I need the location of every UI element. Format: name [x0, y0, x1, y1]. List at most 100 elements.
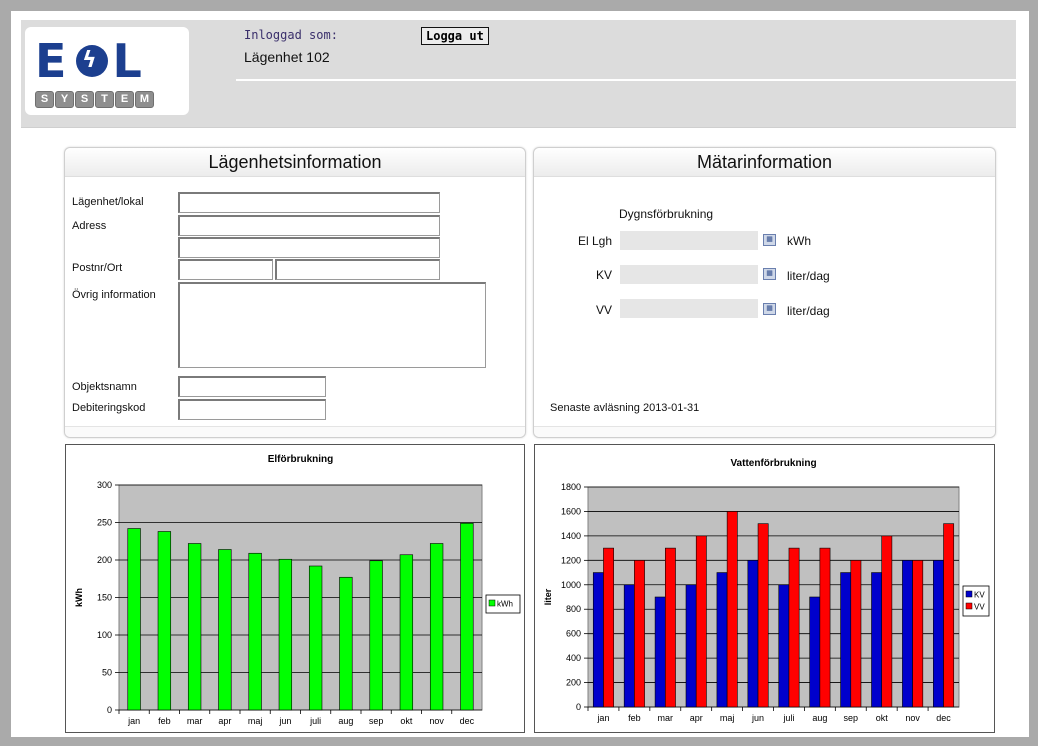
x-tick-label: juli — [309, 716, 321, 726]
meter-info-title: Mätarinformation — [534, 148, 995, 177]
x-tick-label: jun — [751, 713, 764, 723]
x-tick-label: juli — [782, 713, 794, 723]
legend-swatch — [488, 599, 496, 607]
y-tick-label: 0 — [576, 702, 581, 712]
x-tick-label: feb — [158, 716, 171, 726]
x-tick-label: apr — [218, 716, 231, 726]
bar-kwh-maj — [248, 552, 262, 711]
x-tick-label: aug — [338, 716, 353, 726]
bar-kv-aug — [809, 596, 821, 708]
postal-label: Postnr/Ort — [72, 262, 123, 274]
apartment-info-title: Lägenhetsinformation — [65, 148, 525, 177]
meter-label-vv: VV — [595, 303, 612, 317]
meter-unit-kv: liter/dag — [787, 269, 830, 283]
bar-vv-mar — [664, 547, 676, 708]
y-tick-label: 1400 — [561, 531, 581, 541]
legend-label: KV — [974, 591, 985, 600]
bar-kv-feb — [623, 584, 635, 708]
postal-code-field[interactable] — [178, 259, 273, 280]
bar-kv-dec — [933, 560, 944, 708]
bar-kwh-jan — [127, 528, 141, 711]
meter-label-kv: KV — [595, 268, 612, 282]
bar-kv-jan — [592, 572, 604, 708]
bar-vv-feb — [634, 560, 645, 708]
electricity-chart-svg: 0 50 100 150 200 250 300 jan feb mar apr maj jun juli… — [74, 454, 521, 726]
bar-kwh-apr — [218, 549, 232, 711]
chart-title: Elförbrukning — [268, 454, 334, 465]
x-tick-label: feb — [628, 713, 641, 723]
x-tick-label: aug — [812, 713, 827, 723]
billing-code-field[interactable] — [178, 399, 326, 420]
chart-title: Vattenförbrukning — [730, 458, 816, 469]
y-tick-label: 300 — [97, 480, 112, 490]
last-reading-text: Senaste avläsning 2013-01-31 — [550, 402, 700, 414]
logout-button[interactable]: Logga ut — [421, 27, 489, 45]
bar-kv-jun — [747, 560, 759, 708]
bar-kwh-mar — [187, 543, 202, 711]
header-divider — [236, 79, 1016, 81]
legend-label: kWh — [497, 600, 513, 609]
y-tick-label: 0 — [107, 705, 112, 715]
bar-kv-apr — [685, 584, 697, 708]
y-axis-label: liter — [543, 588, 553, 605]
legend-swatch — [965, 602, 973, 610]
x-tick-label: nov — [905, 713, 920, 723]
panel-footer — [65, 426, 525, 437]
calendar-icon[interactable]: ▦ — [763, 268, 776, 280]
bar-vv-okt — [881, 535, 893, 708]
logo-system-text: SYSTEM — [35, 91, 154, 108]
bar-kv-sep — [840, 572, 852, 708]
y-tick-label: 1200 — [561, 555, 581, 565]
x-tick-label: jun — [278, 716, 291, 726]
water-chart: 0 200 400 600 800 1000 1200 1400 1600 1800 jan feb m… — [534, 444, 995, 733]
y-tick-label: 200 — [97, 555, 112, 565]
address-field-1[interactable] — [178, 215, 440, 236]
x-tick-label: nov — [429, 716, 444, 726]
address-field-2[interactable] — [178, 237, 440, 258]
x-tick-label: okt — [876, 713, 889, 723]
bar-kv-mar — [654, 596, 666, 708]
apartment-info-panel: Lägenhetsinformation Lägenhet/lokal Adre… — [64, 147, 526, 438]
meter-value-el — [620, 231, 758, 250]
bolt-icon: ϟ — [76, 44, 109, 77]
water-chart-svg: 0 200 400 600 800 1000 1200 1400 1600 1800 jan feb m… — [543, 458, 990, 723]
meter-value-kv — [620, 265, 758, 284]
bar-vv-aug — [819, 547, 831, 708]
x-tick-label: mar — [658, 713, 674, 723]
object-name-field[interactable] — [178, 376, 326, 397]
calendar-icon[interactable]: ▦ — [763, 303, 776, 315]
x-tick-label: jan — [127, 716, 140, 726]
bar-vv-dec — [943, 523, 955, 708]
other-info-textarea[interactable] — [178, 282, 486, 368]
meter-unit-vv: liter/dag — [787, 304, 830, 318]
meter-value-vv — [620, 299, 758, 318]
x-tick-label: dec — [936, 713, 951, 723]
bar-vv-sep — [850, 560, 862, 708]
bar-kv-maj — [716, 572, 728, 708]
electricity-chart: 0 50 100 150 200 250 300 jan feb mar apr maj jun juli… — [65, 444, 525, 733]
address-label: Adress — [72, 220, 107, 232]
y-tick-label: 250 — [97, 518, 112, 528]
legend-swatch — [965, 590, 973, 598]
bar-vv-apr — [695, 535, 707, 708]
object-name-label: Objektsnamn — [72, 381, 137, 393]
bar-kwh-feb — [157, 531, 172, 711]
x-tick-label: dec — [460, 716, 475, 726]
unit-field[interactable] — [178, 192, 440, 213]
bar-kwh-aug — [339, 576, 353, 711]
bar-vv-jun — [757, 523, 769, 708]
eol-system-logo: EϟL SYSTEM — [25, 27, 189, 115]
x-tick-label: apr — [690, 713, 703, 723]
city-field[interactable] — [275, 259, 440, 280]
calendar-icon[interactable]: ▦ — [763, 234, 776, 246]
y-tick-label: 1600 — [561, 506, 581, 516]
meter-label-el: El Lgh — [577, 234, 612, 248]
other-info-label: Övrig information — [72, 289, 156, 301]
y-tick-label: 50 — [102, 668, 112, 678]
x-tick-label: okt — [400, 716, 413, 726]
bar-vv-jan — [603, 547, 614, 708]
x-tick-label: sep — [844, 713, 859, 723]
bar-kwh-dec — [460, 522, 474, 711]
apartment-name: Lägenhet 102 — [244, 49, 330, 65]
bar-kwh-okt — [399, 554, 414, 711]
